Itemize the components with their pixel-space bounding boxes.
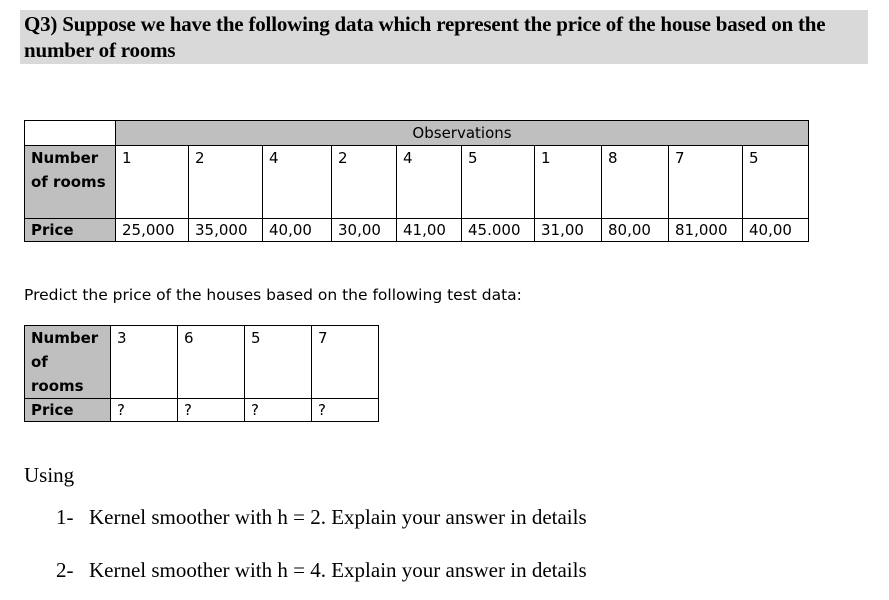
test-rooms-cell: 3 <box>110 325 178 399</box>
price-cell: 41,00 <box>396 218 462 242</box>
rooms-cell: 5 <box>742 145 809 219</box>
test-price-row: Price ? ? ? ? <box>24 398 379 422</box>
test-price-cell: ? <box>110 398 178 422</box>
training-data-table: Observations Number of rooms 1 2 4 2 4 5… <box>24 120 809 242</box>
instructions-intro: Using <box>24 463 75 487</box>
price-cell: 35,000 <box>188 218 263 242</box>
rooms-cell: 1 <box>534 145 602 219</box>
rooms-cell: 1 <box>115 145 189 219</box>
test-rooms-row-label: Number of rooms <box>24 325 111 399</box>
price-cell: 45.000 <box>461 218 535 242</box>
price-cell: 40,00 <box>262 218 332 242</box>
price-cell: 81,000 <box>668 218 743 242</box>
header-blank-cell <box>24 120 116 146</box>
price-row: Price 25,000 35,000 40,00 30,00 41,00 45… <box>24 218 809 242</box>
task-text: Kernel smoother with h = 2. Explain your… <box>89 505 587 529</box>
test-rooms-row: Number of rooms 3 6 5 7 <box>24 325 379 399</box>
test-price-cell: ? <box>311 398 379 422</box>
price-row-label: Price <box>24 218 116 242</box>
price-cell: 30,00 <box>331 218 397 242</box>
test-rooms-cell: 7 <box>311 325 379 399</box>
table-header-row: Observations <box>24 120 809 146</box>
task-number: 2- <box>56 558 74 582</box>
rooms-cell: 5 <box>461 145 535 219</box>
rooms-cell: 7 <box>668 145 743 219</box>
task-number: 1- <box>56 505 74 529</box>
task-text: Kernel smoother with h = 4. Explain your… <box>89 558 587 582</box>
test-price-cell: ? <box>177 398 245 422</box>
rooms-row-label: Number of rooms <box>24 145 116 219</box>
test-price-cell: ? <box>244 398 312 422</box>
observations-header: Observations <box>115 120 809 146</box>
test-rooms-cell: 6 <box>177 325 245 399</box>
rooms-cell: 4 <box>396 145 462 219</box>
rooms-row: Number of rooms 1 2 4 2 4 5 1 8 7 5 <box>24 145 809 219</box>
predict-prompt: Predict the price of the houses based on… <box>24 286 522 304</box>
price-cell: 25,000 <box>115 218 189 242</box>
price-cell: 31,00 <box>534 218 602 242</box>
question-title: Q3) Suppose we have the following data w… <box>20 10 868 64</box>
test-data-table: Number of rooms 3 6 5 7 Price ? ? ? ? <box>24 325 379 422</box>
price-cell: 80,00 <box>601 218 669 242</box>
price-cell: 40,00 <box>742 218 809 242</box>
rooms-cell: 2 <box>331 145 397 219</box>
question-title-text: Q3) Suppose we have the following data w… <box>24 12 826 62</box>
test-rooms-cell: 5 <box>244 325 312 399</box>
rooms-cell: 4 <box>262 145 332 219</box>
rooms-cell: 8 <box>601 145 669 219</box>
rooms-cell: 2 <box>188 145 263 219</box>
task-item: 1- Kernel smoother with h = 2. Explain yo… <box>56 505 587 530</box>
task-item: 2- Kernel smoother with h = 4. Explain yo… <box>56 558 587 583</box>
test-price-row-label: Price <box>24 398 111 422</box>
